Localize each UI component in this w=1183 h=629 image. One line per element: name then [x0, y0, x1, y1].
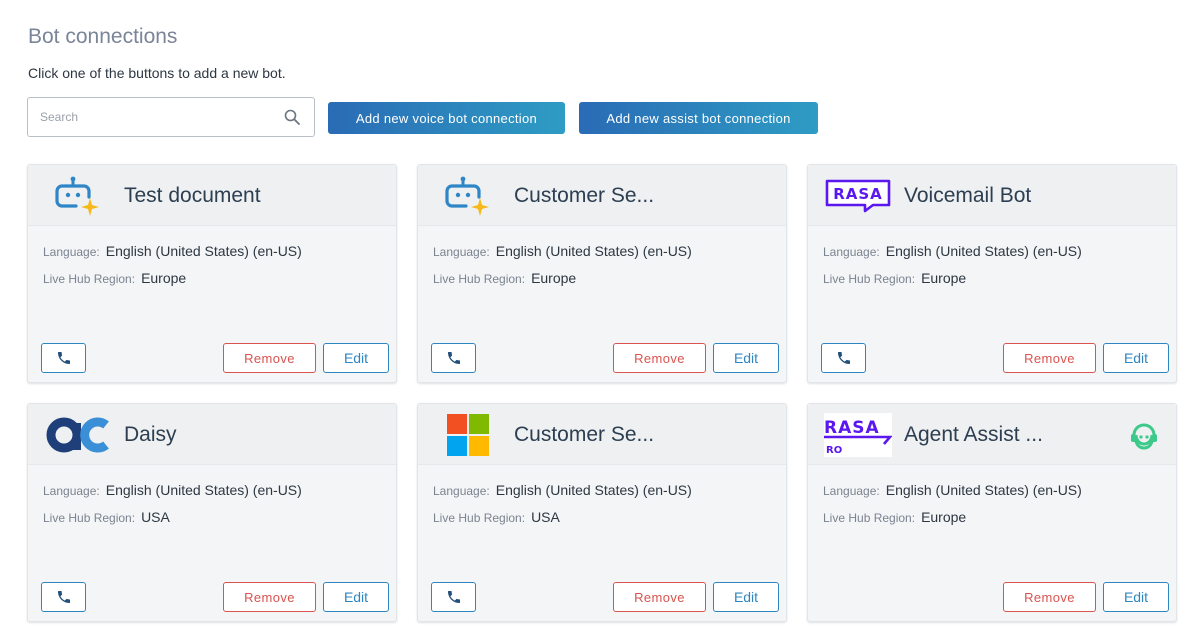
- ac-logo: [44, 413, 112, 457]
- bot-card: Daisy Language: English (United States) (…: [27, 403, 397, 622]
- remove-button[interactable]: Remove: [1003, 343, 1096, 373]
- language-row: Language: English (United States) (en-US): [823, 482, 1082, 498]
- remove-button[interactable]: Remove: [1003, 582, 1096, 612]
- region-row: Live Hub Region: USA: [43, 509, 170, 525]
- language-row: Language: English (United States) (en-US): [433, 243, 692, 259]
- page-subtitle: Click one of the buttons to add a new bo…: [28, 65, 286, 81]
- language-value: English (United States) (en-US): [495, 482, 692, 498]
- language-label: Language:: [43, 245, 100, 259]
- language-label: Language:: [433, 245, 490, 259]
- region-label: Live Hub Region:: [43, 272, 136, 286]
- region-row: Live Hub Region: Europe: [433, 270, 576, 286]
- region-row: Live Hub Region: Europe: [823, 270, 966, 286]
- card-title: Voicemail Bot: [904, 184, 1032, 207]
- bot-card: RASA RO Agent Assist ... Language: Englis…: [807, 403, 1177, 622]
- region-value: USA: [531, 509, 560, 525]
- ai-bot-icon: [434, 174, 502, 218]
- region-value: Europe: [141, 270, 187, 286]
- rasa-pro-logo: RASA RO: [824, 413, 892, 457]
- edit-button[interactable]: Edit: [323, 343, 389, 373]
- card-header: Test document: [28, 165, 396, 226]
- card-header: RASA RO Agent Assist ...: [808, 404, 1176, 465]
- bot-card: Customer Se... Language: English (United …: [417, 164, 787, 383]
- phone-icon: [837, 352, 850, 364]
- language-row: Language: English (United States) (en-US): [43, 482, 302, 498]
- remove-button[interactable]: Remove: [613, 582, 706, 612]
- region-row: Live Hub Region: Europe: [823, 509, 966, 525]
- rasa-logo-text: RASA: [833, 185, 883, 203]
- edit-button[interactable]: Edit: [713, 343, 779, 373]
- language-row: Language: English (United States) (en-US): [43, 243, 302, 259]
- card-title: Test document: [124, 184, 261, 207]
- region-row: Live Hub Region: USA: [433, 509, 560, 525]
- region-label: Live Hub Region:: [823, 272, 916, 286]
- edit-button[interactable]: Edit: [1103, 343, 1169, 373]
- ai-bot-icon: [44, 174, 112, 218]
- region-value: Europe: [921, 270, 967, 286]
- rasa-logo: RASA: [824, 174, 892, 218]
- language-value: English (United States) (en-US): [885, 243, 1082, 259]
- language-label: Language:: [433, 484, 490, 498]
- card-title: Customer Se...: [514, 423, 655, 446]
- call-button[interactable]: [821, 343, 866, 373]
- call-button[interactable]: [431, 343, 476, 373]
- edit-button[interactable]: Edit: [1103, 582, 1169, 612]
- search-icon[interactable]: [284, 109, 300, 125]
- add-assist-bot-button[interactable]: Add new assist bot connection: [579, 102, 818, 134]
- edit-button[interactable]: Edit: [323, 582, 389, 612]
- language-value: English (United States) (en-US): [495, 243, 692, 259]
- language-label: Language:: [43, 484, 100, 498]
- region-label: Live Hub Region:: [823, 511, 916, 525]
- card-header: Customer Se...: [418, 404, 786, 465]
- bot-card: RASA Voicemail Bot Language: English (Uni…: [807, 164, 1177, 383]
- language-value: English (United States) (en-US): [885, 482, 1082, 498]
- call-button[interactable]: [41, 343, 86, 373]
- call-button[interactable]: [41, 582, 86, 612]
- region-label: Live Hub Region:: [433, 272, 526, 286]
- pro-logo-text: RO: [826, 445, 842, 456]
- page-title: Bot connections: [28, 25, 178, 48]
- card-title: Customer Se...: [514, 184, 655, 207]
- card-header: Customer Se...: [418, 165, 786, 226]
- language-value: English (United States) (en-US): [105, 243, 302, 259]
- region-label: Live Hub Region:: [43, 511, 136, 525]
- add-voice-bot-button[interactable]: Add new voice bot connection: [328, 102, 565, 134]
- phone-icon: [57, 591, 70, 603]
- region-value: Europe: [921, 509, 967, 525]
- remove-button[interactable]: Remove: [613, 343, 706, 373]
- region-value: USA: [141, 509, 170, 525]
- agent-assist-icon: [1131, 423, 1157, 450]
- remove-button[interactable]: Remove: [223, 343, 316, 373]
- search-box[interactable]: [27, 97, 315, 137]
- language-row: Language: English (United States) (en-US): [433, 482, 692, 498]
- bot-card: Customer Se... Language: English (United …: [417, 403, 787, 622]
- remove-button[interactable]: Remove: [223, 582, 316, 612]
- language-row: Language: English (United States) (en-US): [823, 243, 1082, 259]
- rasa-logo-text: RASA: [824, 418, 880, 438]
- region-row: Live Hub Region: Europe: [43, 270, 186, 286]
- phone-icon: [57, 352, 70, 364]
- language-label: Language:: [823, 245, 880, 259]
- microsoft-logo: [434, 413, 502, 457]
- edit-button[interactable]: Edit: [713, 582, 779, 612]
- phone-icon: [447, 591, 460, 603]
- call-button[interactable]: [431, 582, 476, 612]
- card-title: Agent Assist ...: [904, 423, 1043, 446]
- card-header: Daisy: [28, 404, 396, 465]
- search-input[interactable]: [28, 98, 268, 136]
- region-value: Europe: [531, 270, 577, 286]
- phone-icon: [447, 352, 460, 364]
- language-label: Language:: [823, 484, 880, 498]
- bot-card: Test document Language: English (United S…: [27, 164, 397, 383]
- card-header: RASA Voicemail Bot: [808, 165, 1176, 226]
- language-value: English (United States) (en-US): [105, 482, 302, 498]
- region-label: Live Hub Region:: [433, 511, 526, 525]
- card-title: Daisy: [124, 423, 177, 446]
